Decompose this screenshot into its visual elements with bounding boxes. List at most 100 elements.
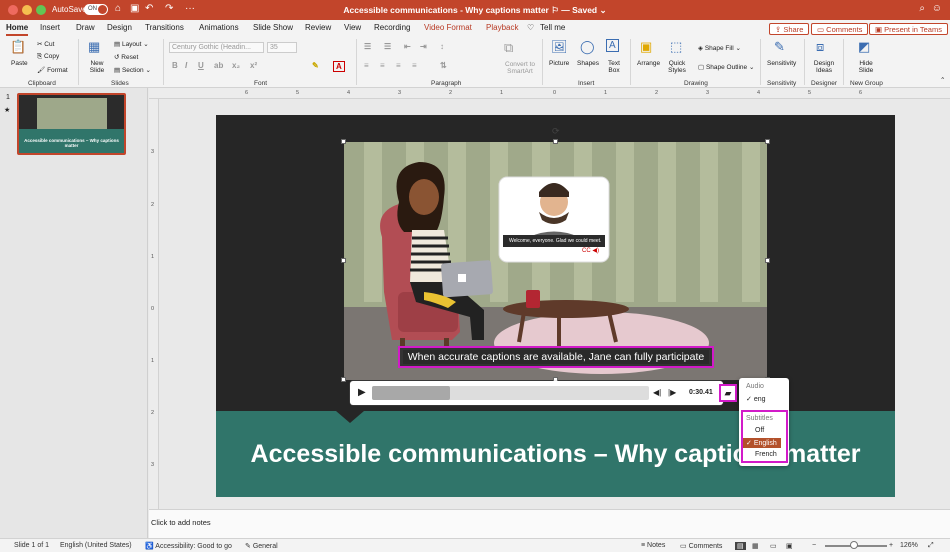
line-spacing-icon[interactable]: ↕ (440, 42, 444, 51)
outdent-icon[interactable]: ⇥ (420, 42, 427, 51)
section-button[interactable]: ▤ Section ⌄ (114, 66, 151, 74)
notes-toggle[interactable]: ≡ Notes (641, 542, 665, 549)
share-button[interactable]: ⇪ Share (769, 23, 810, 35)
tab-video-format[interactable]: Video Format (424, 23, 472, 32)
seek-bar[interactable] (372, 386, 649, 400)
language-status[interactable]: English (United States) (60, 542, 132, 549)
numbering-icon[interactable]: ☰ (384, 42, 391, 51)
copy-button[interactable]: ⎘ Copy (37, 53, 59, 61)
normal-view-icon[interactable]: ▤ (735, 542, 746, 550)
font-size-field[interactable]: 35 (267, 42, 297, 53)
tab-recording[interactable]: Recording (374, 23, 410, 32)
tab-insert[interactable]: Insert (40, 23, 60, 32)
design-ideas-label[interactable]: Design Ideas (812, 60, 836, 74)
picture-label[interactable]: Picture (549, 60, 569, 67)
quick-styles-icon[interactable]: ⬚ (670, 39, 682, 55)
shape-fill-button[interactable]: ◈ Shape Fill ⌄ (698, 44, 741, 52)
tab-draw[interactable]: Draw (76, 23, 95, 32)
align-right-icon[interactable]: ≡ (396, 61, 401, 70)
resize-handle[interactable] (341, 377, 346, 382)
textbox-icon[interactable]: A (606, 39, 619, 52)
italic-icon[interactable]: I (185, 61, 187, 70)
zoom-level[interactable]: 126% (900, 542, 918, 549)
slide-title[interactable]: Accessible communications – Why captions… (216, 440, 895, 469)
shapes-icon[interactable]: ◯ (580, 39, 595, 55)
notes-pane[interactable]: Click to add notes (149, 509, 950, 538)
resize-handle[interactable] (765, 258, 770, 263)
reset-button[interactable]: ↺ Reset (114, 53, 138, 61)
bullets-icon[interactable]: ☰ (364, 42, 371, 51)
slideshow-view-icon[interactable]: ▣ (786, 542, 793, 550)
tab-home[interactable]: Home (6, 23, 28, 32)
justify-icon[interactable]: ≡ (412, 61, 417, 70)
comments-button[interactable]: ▭ Comments (811, 23, 869, 35)
tab-animations[interactable]: Animations (199, 23, 239, 32)
strikethrough-icon[interactable]: ab (214, 61, 223, 70)
paste-icon[interactable]: 📋 (10, 39, 26, 55)
search-icon[interactable]: ⌕ (919, 3, 925, 14)
account-icon[interactable]: ☺ (932, 3, 942, 14)
textbox-label[interactable]: Text Box (605, 60, 623, 74)
tab-slide-show[interactable]: Slide Show (253, 23, 293, 32)
audio-item-eng[interactable]: ✓ eng (746, 395, 766, 403)
superscript-icon[interactable]: x² (250, 61, 257, 70)
sensitivity-label[interactable]: Sensitivity (767, 60, 796, 67)
layout-button[interactable]: ▤ Layout ⌄ (114, 40, 149, 48)
tab-playback[interactable]: Playback (486, 23, 518, 32)
bold-icon[interactable]: B (172, 61, 178, 70)
smartart-icon[interactable]: ⧉ (504, 40, 513, 56)
resize-handle[interactable] (341, 258, 346, 263)
picture-icon[interactable]: 🖼 (551, 39, 568, 55)
new-slide-icon[interactable]: ▦ (88, 39, 100, 55)
hide-slide-label[interactable]: Hide Slide (856, 60, 876, 74)
paste-label[interactable]: Paste (11, 60, 28, 67)
video-frame[interactable]: Welcome, everyone. Glad we could meet. C… (344, 142, 767, 380)
present-in-teams-button[interactable]: ▣ Present in Teams (869, 23, 948, 35)
new-slide-label[interactable]: New Slide (89, 60, 105, 74)
arrange-label[interactable]: Arrange (637, 60, 660, 67)
zoom-out-icon[interactable]: − (812, 542, 816, 549)
zoom-slider-knob[interactable] (850, 541, 858, 549)
play-icon[interactable]: ▶ (358, 387, 366, 398)
tab-design[interactable]: Design (107, 23, 132, 32)
tab-view[interactable]: View (344, 23, 361, 32)
tell-me[interactable]: Tell me (540, 23, 565, 32)
resize-handle[interactable] (765, 139, 770, 144)
quick-styles-label[interactable]: Quick Styles (667, 60, 687, 74)
underline-icon[interactable]: U (198, 61, 204, 70)
highlight-icon[interactable]: ✎ (312, 61, 319, 70)
resize-handle[interactable] (553, 139, 558, 144)
captions-button[interactable]: ▰ (719, 384, 737, 402)
font-color-icon[interactable]: A (333, 61, 345, 72)
text-direction-icon[interactable]: ⇅ (440, 61, 447, 70)
fit-slide-icon[interactable]: ⤢ (928, 542, 934, 550)
align-center-icon[interactable]: ≡ (380, 61, 385, 70)
cut-button[interactable]: ✂ Cut (37, 40, 54, 48)
align-left-icon[interactable]: ≡ (364, 61, 369, 70)
sensitivity-icon[interactable]: ✎ (774, 39, 785, 55)
tab-transitions[interactable]: Transitions (145, 23, 184, 32)
sensitivity-status[interactable]: ✎ General (245, 542, 278, 550)
subscript-icon[interactable]: x₂ (232, 61, 240, 70)
arrange-icon[interactable]: ▣ (640, 39, 652, 55)
design-ideas-icon[interactable]: ⧈ (816, 39, 824, 55)
font-name-field[interactable]: Century Gothic (Headin... (169, 42, 264, 53)
hide-slide-icon[interactable]: ◩ (858, 39, 870, 55)
skip-forward-icon[interactable]: |▶ (668, 388, 676, 397)
collapse-ribbon-icon[interactable]: ⌃ (940, 76, 945, 84)
rotate-handle-icon[interactable]: ⟳ (552, 126, 560, 137)
resize-handle[interactable] (341, 139, 346, 144)
format-painter-button[interactable]: 🖌 Format (37, 66, 68, 74)
slide-sorter-icon[interactable]: ▦ (752, 542, 759, 550)
skip-back-icon[interactable]: ◀| (653, 388, 661, 397)
zoom-in-icon[interactable]: + (889, 542, 893, 549)
shape-outline-button[interactable]: ▢ Shape Outline ⌄ (698, 63, 754, 71)
tab-review[interactable]: Review (305, 23, 331, 32)
slide-thumbnail[interactable]: Accessible communications – Why captions… (17, 93, 126, 155)
accessibility-status[interactable]: ♿ Accessibility: Good to go (145, 542, 232, 550)
comments-toggle[interactable]: ▭ Comments (680, 542, 722, 550)
convert-smartart-label[interactable]: Convert to SmartArt (503, 61, 537, 75)
reading-view-icon[interactable]: ▭ (770, 542, 777, 550)
indent-icon[interactable]: ⇤ (404, 42, 411, 51)
shapes-label[interactable]: Shapes (577, 60, 599, 67)
